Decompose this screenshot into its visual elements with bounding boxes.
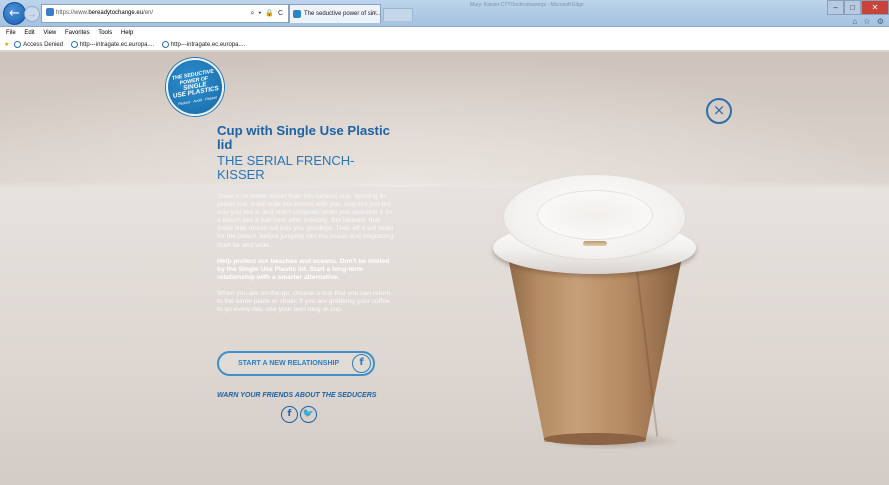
call-to-action-paragraph: Help protect our beaches and oceans. Don… bbox=[217, 257, 390, 281]
back-button[interactable]: ← bbox=[3, 2, 26, 25]
twitter-share-icon[interactable]: 🐦 bbox=[300, 406, 317, 423]
menu-edit[interactable]: Edit bbox=[24, 30, 34, 36]
menu-tools[interactable]: Tools bbox=[98, 30, 112, 36]
favorites-star-icon[interactable]: ★ bbox=[4, 42, 9, 48]
maximize-button[interactable]: □ bbox=[844, 0, 861, 15]
share-icons: f 🐦 bbox=[281, 406, 319, 423]
ie-page-icon bbox=[14, 40, 22, 48]
facebook-share-icon[interactable]: f bbox=[281, 406, 298, 423]
new-tab-button[interactable] bbox=[383, 8, 413, 21]
ie-page-icon bbox=[161, 40, 169, 48]
start-relationship-label: START A NEW RELATIONSHIP bbox=[238, 360, 340, 367]
favorite-label: Access Denied bbox=[23, 42, 64, 48]
browser-toolbar-icons[interactable]: ⌂ ☆ ⚙ bbox=[852, 17, 886, 26]
menu-view[interactable]: View bbox=[43, 30, 56, 36]
browser-titlebar: ← → https://www.bereadytochange.eu/en/ ⌕… bbox=[0, 0, 889, 27]
tip-paragraph: When you are on-the-go: choose a cup tha… bbox=[217, 289, 391, 314]
facebook-icon: f bbox=[352, 354, 371, 373]
background-wall bbox=[0, 52, 889, 187]
story-faint: just a half hour after meeting. But bewa… bbox=[217, 217, 394, 249]
address-tools[interactable]: ⌕ ▾ 🔒 C bbox=[251, 5, 284, 22]
tab-favicon-icon bbox=[293, 10, 301, 18]
product-description: Cup with Single Use Plastic lid THE SERI… bbox=[217, 124, 397, 314]
forward-button[interactable]: → bbox=[24, 6, 40, 22]
product-subtitle: THE SERIAL FRENCH-KISSER bbox=[217, 153, 355, 182]
window-controls: – □ ✕ bbox=[827, 0, 889, 15]
site-favicon-icon bbox=[46, 8, 54, 17]
browser-tab[interactable]: The seductive power of sin... × bbox=[289, 4, 381, 23]
background-floor bbox=[0, 187, 889, 485]
favorite-label: http---intragate.ec.europa.... bbox=[79, 42, 155, 48]
favorite-item[interactable]: http---intragate.ec.europa.... bbox=[161, 39, 246, 51]
favorite-item[interactable]: Access Denied bbox=[14, 39, 63, 51]
url-prefix: https://www. bbox=[56, 10, 89, 16]
close-icon[interactable]: × bbox=[706, 98, 732, 124]
plastic-lid-inner bbox=[537, 190, 653, 240]
story-paragraph: There's no better kisser than this famou… bbox=[217, 193, 397, 250]
cup-bottom bbox=[544, 433, 646, 445]
favorite-item[interactable]: http---intragate.ec.europa.... bbox=[70, 39, 155, 51]
warn-friends-heading: WARN YOUR FRIENDS ABOUT THE SEDUCERS bbox=[217, 392, 377, 399]
close-window-button[interactable]: ✕ bbox=[861, 0, 889, 15]
ie-page-icon bbox=[70, 40, 78, 48]
url-domain: bereadytochange.eu bbox=[88, 10, 144, 16]
lid-sip-slot bbox=[583, 241, 607, 246]
product-title: Cup with Single Use Plastic lid bbox=[217, 123, 390, 152]
menu-favorites[interactable]: Favorites bbox=[65, 30, 90, 36]
window-title: Mary: Kaisen-CTTOnchromavergs - Microsof… bbox=[470, 2, 584, 8]
page-viewport: THE SEDUCTIVE POWER OF SINGLE USE PLASTI… bbox=[0, 52, 889, 485]
url-suffix: /en/ bbox=[143, 10, 154, 16]
tab-close-icon[interactable]: × bbox=[373, 5, 377, 23]
address-bar[interactable]: https://www.bereadytochange.eu/en/ ⌕ ▾ 🔒… bbox=[41, 4, 289, 23]
tab-title: The seductive power of sin... bbox=[304, 11, 381, 17]
minimize-button[interactable]: – bbox=[827, 0, 844, 15]
menu-bar: File Edit View Favorites Tools Help bbox=[0, 27, 889, 39]
menu-help[interactable]: Help bbox=[121, 30, 133, 36]
start-relationship-button[interactable]: START A NEW RELATIONSHIP f bbox=[217, 351, 375, 376]
favorite-label: http---intragate.ec.europa.... bbox=[170, 42, 246, 48]
favorites-bar: ★ Access Denied http---intragate.ec.euro… bbox=[0, 39, 889, 51]
menu-file[interactable]: File bbox=[6, 30, 16, 36]
